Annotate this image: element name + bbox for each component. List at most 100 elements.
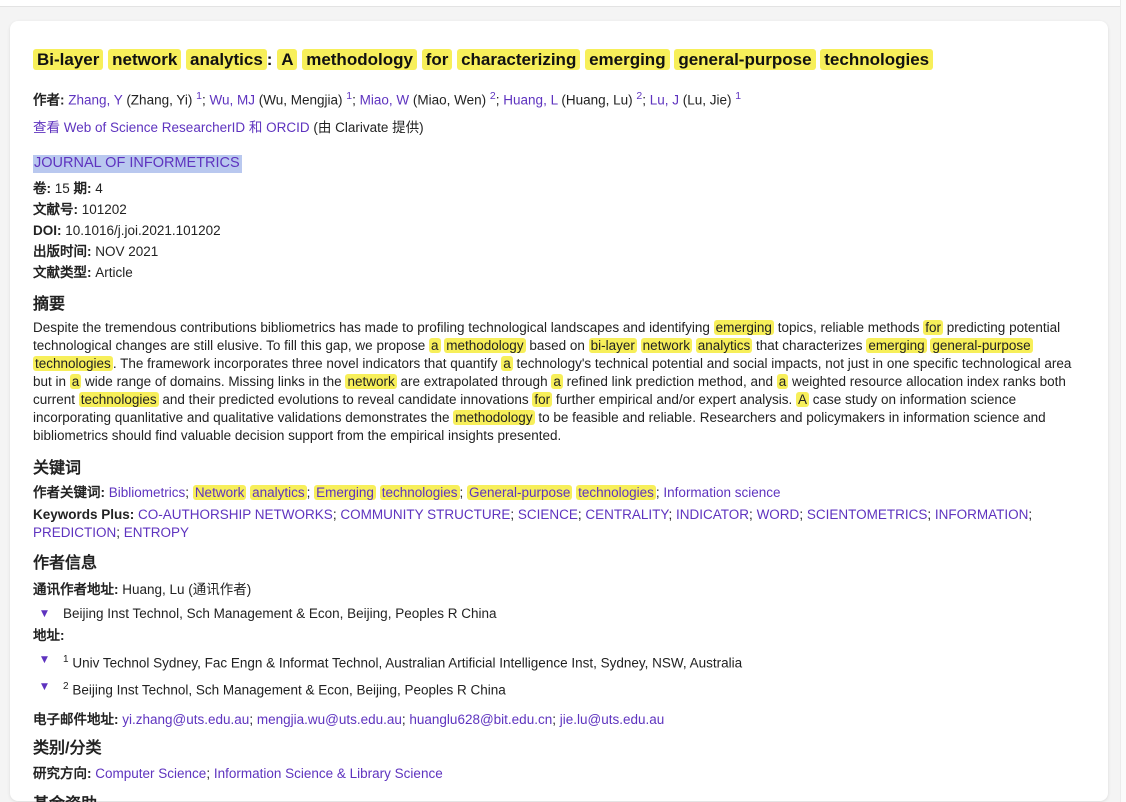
text-segment: 文献类型:: [33, 265, 92, 280]
journal-line: JOURNAL OF INFORMETRICS: [33, 154, 1082, 173]
email-link[interactable]: huanglu628@bit.edu.cn: [409, 712, 552, 727]
text-segment: Keywords Plus:: [33, 507, 134, 522]
text-segment: ;: [642, 93, 650, 108]
scrollbar[interactable]: [1120, 0, 1126, 802]
keywords-plus-link[interactable]: INFORMATION: [935, 507, 1029, 522]
text-segment: (Huang, Lu): [558, 93, 637, 108]
text-segment: (Miao, Wen): [409, 93, 490, 108]
text-segment: ;: [510, 507, 518, 522]
text-segment: Huang, Lu (通讯作者): [119, 582, 252, 597]
research-area-link[interactable]: Information Science & Library Science: [214, 766, 443, 781]
text-segment: 作者:: [33, 93, 65, 108]
keywords-plus-link[interactable]: SCIENTOMETRICS: [807, 507, 928, 522]
author-link[interactable]: Zhang, Y: [68, 93, 122, 108]
text-segment: a: [501, 356, 513, 371]
text-segment: methodology: [453, 410, 534, 425]
text-segment: ;: [799, 507, 807, 522]
corresponding-address: Beijing Inst Technol, Sch Management & E…: [63, 605, 497, 623]
author-link[interactable]: Lu, J: [650, 93, 679, 108]
author-link[interactable]: Miao, W: [360, 93, 410, 108]
text-segment: Despite the tremendous contributions bib…: [33, 320, 714, 335]
keywords-plus-link[interactable]: CO-AUTHORSHIP NETWORKS: [138, 507, 333, 522]
text-segment: ;: [185, 485, 193, 500]
addresses-label: 地址:: [33, 627, 1082, 645]
text-segment: :: [267, 50, 277, 69]
record-card: Bi-layer network analytics: A methodolog…: [10, 21, 1108, 801]
email-addresses-line: 电子邮件地址: yi.zhang@uts.edu.au; mengjia.wu@…: [33, 711, 1082, 729]
email-link[interactable]: jie.lu@uts.edu.au: [560, 712, 665, 727]
text-segment: 通讯作者地址:: [33, 582, 119, 597]
text-segment: 出版时间:: [33, 244, 92, 259]
keyword-link[interactable]: Information science: [663, 485, 780, 500]
email-link[interactable]: yi.zhang@uts.edu.au: [122, 712, 249, 727]
text-segment: 文献号:: [33, 202, 78, 217]
pub-date-line: 出版时间: NOV 2021: [33, 241, 1082, 262]
text-segment: that characterizes: [752, 338, 866, 353]
text-segment: ;: [206, 766, 214, 781]
text-segment: network: [641, 338, 692, 353]
research-area-link[interactable]: Computer Science: [95, 766, 206, 781]
text-segment: A: [796, 392, 809, 407]
chevron-down-icon[interactable]: ▼: [33, 678, 63, 696]
keyword-link[interactable]: technologies: [576, 485, 656, 500]
text-segment: . The framework incorporates three novel…: [113, 356, 501, 371]
keyword-link[interactable]: General-purpose: [467, 485, 572, 500]
text-segment: technologies: [820, 49, 933, 70]
keyword-link[interactable]: technologies: [380, 485, 460, 500]
top-bar: [0, 0, 1126, 7]
email-link[interactable]: mengjia.wu@uts.edu.au: [257, 712, 402, 727]
text-segment: (Wu, Mengjia): [255, 93, 346, 108]
text-segment: topics, reliable methods: [774, 320, 923, 335]
text-segment: network: [345, 374, 396, 389]
author-link[interactable]: Huang, L: [503, 93, 557, 108]
keyword-link[interactable]: Network: [193, 485, 247, 500]
text-segment: methodology: [302, 49, 417, 70]
keywords-plus-link[interactable]: COMMUNITY STRUCTURE: [340, 507, 510, 522]
text-segment: Univ Technol Sydney, Fac Engn & Informat…: [69, 655, 743, 670]
text-segment: ;: [1028, 507, 1032, 522]
text-segment: 4: [92, 181, 103, 196]
text-segment: 电子邮件地址:: [33, 712, 119, 727]
text-segment: a: [777, 374, 789, 389]
text-segment: ;: [927, 507, 935, 522]
author-link[interactable]: Wu, MJ: [209, 93, 255, 108]
address-row-1: ▼ 1 Univ Technol Sydney, Fac Engn & Info…: [33, 651, 1082, 673]
keywords-plus-link[interactable]: INDICATOR: [676, 507, 749, 522]
journal-title-link[interactable]: JOURNAL OF INFORMETRICS: [33, 155, 242, 173]
keywords-plus-link[interactable]: ENTROPY: [124, 525, 189, 540]
text-segment: technologies: [33, 356, 113, 371]
doc-type-line: 文献类型: Article: [33, 262, 1082, 283]
keyword-link[interactable]: analytics: [250, 485, 307, 500]
text-segment: further empirical and/or expert analysis…: [552, 392, 796, 407]
author-info-heading: 作者信息: [33, 553, 1082, 575]
text-segment: emerging: [585, 49, 670, 70]
text-segment: emerging: [714, 320, 774, 335]
text-segment: Bi-layer: [33, 49, 103, 70]
abstract-heading: 摘要: [33, 294, 1082, 316]
text-segment: (Zhang, Yi): [123, 93, 197, 108]
corresponding-address-row: ▼ Beijing Inst Technol, Sch Management &…: [33, 605, 1082, 623]
keywords-plus-link[interactable]: CENTRALITY: [585, 507, 668, 522]
text-segment: general-purpose: [930, 338, 1032, 353]
text-segment: DOI:: [33, 223, 62, 238]
authors-line: 作者: Zhang, Y (Zhang, Yi) 1; Wu, MJ (Wu, …: [33, 87, 1082, 110]
keywords-plus-link[interactable]: SCIENCE: [518, 507, 578, 522]
funding-heading: 基金资助: [33, 794, 1082, 802]
chevron-down-icon[interactable]: ▼: [33, 605, 63, 623]
keywords-plus-link[interactable]: PREDICTION: [33, 525, 116, 540]
keyword-link[interactable]: Emerging: [314, 485, 376, 500]
text-segment: refined link prediction method, and: [563, 374, 777, 389]
researcherid-orcid-link[interactable]: 查看 Web of Science ResearcherID 和 ORCID: [33, 120, 310, 135]
affiliation-sup[interactable]: 1: [735, 90, 741, 102]
text-segment: bi-layer: [589, 338, 637, 353]
chevron-down-icon[interactable]: ▼: [33, 651, 63, 669]
keywords-plus-link[interactable]: WORD: [757, 507, 800, 522]
text-segment: ;: [749, 507, 757, 522]
address-1: 1 Univ Technol Sydney, Fac Engn & Inform…: [63, 651, 742, 673]
keyword-link[interactable]: Bibliometrics: [109, 485, 186, 500]
text-segment: are extrapolated through: [397, 374, 552, 389]
text-segment: Article: [92, 265, 133, 280]
text-segment: analytics: [696, 338, 753, 353]
text-segment: a: [70, 374, 82, 389]
text-segment: network: [108, 49, 181, 70]
